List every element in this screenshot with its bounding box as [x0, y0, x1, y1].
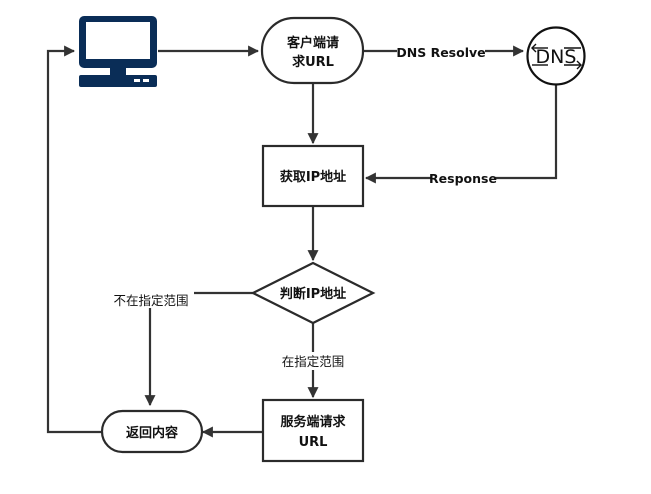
- node-server-request-line2: URL: [299, 435, 328, 450]
- edge-return-to-computer: [46, 45, 102, 434]
- flowchart-canvas: DNS Resolve Response 不在指定范围 在指定范围 客户端请 求…: [0, 0, 651, 490]
- edge-judge-to-return: [144, 291, 253, 407]
- node-judge-ip-label: 判断IP地址: [280, 286, 346, 302]
- edge-label-response: Response: [429, 171, 497, 186]
- node-return-content-label: 返回内容: [126, 425, 178, 441]
- node-client-request-line1: 客户端请: [287, 35, 339, 51]
- node-get-ip-label: 获取IP地址: [280, 169, 346, 185]
- node-server-request-line1: 服务端请求: [280, 414, 346, 430]
- node-client-request-line2: 求URL: [292, 54, 334, 70]
- node-server-request: [261, 398, 365, 463]
- dns-icon-label: DNS: [536, 46, 577, 68]
- edge-label-in-range: 在指定范围: [282, 354, 345, 369]
- edge-dns-to-get-ip: [364, 83, 558, 184]
- edge-label-dns-resolve: DNS Resolve: [396, 45, 485, 60]
- dns-server-icon: DNS: [526, 26, 586, 86]
- flowchart-diagram: DNS Resolve Response 不在指定范围 在指定范围 客户端请 求…: [46, 16, 586, 463]
- computer-monitor-icon: [79, 16, 157, 87]
- edge-label-out-of-range: 不在指定范围: [113, 293, 188, 308]
